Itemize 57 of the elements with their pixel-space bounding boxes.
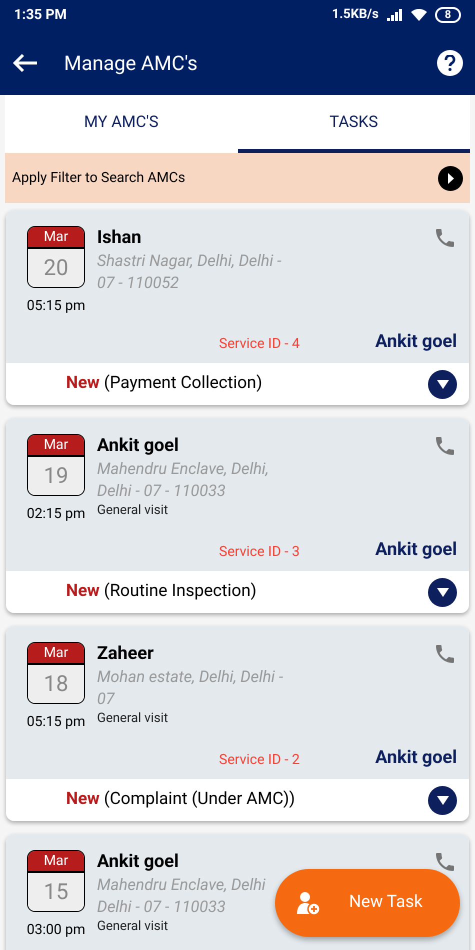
network-speed: 1.5KB/s	[332, 6, 379, 24]
assignee-name: Ankit goel	[375, 538, 457, 562]
signal-icon	[386, 9, 403, 21]
task-status: New (Complaint (Under AMC))	[66, 788, 296, 812]
task-status: New (Payment Collection)	[66, 372, 262, 396]
customer-name: Ankit goel	[97, 850, 179, 874]
service-id: Service ID - 3	[219, 543, 300, 562]
date-day: 18	[28, 665, 84, 703]
customer-name: Ishan	[97, 226, 142, 250]
battery-icon: 8	[434, 7, 461, 23]
expand-button[interactable]	[428, 786, 457, 814]
visit-type: General visit	[97, 502, 170, 520]
phone-icon[interactable]	[433, 434, 457, 458]
expand-button[interactable]	[428, 578, 457, 606]
task-card[interactable]: Mar 19 02:15 pm Ankit goel Mahendru Enclave, Delhi, Delhi - 07 - 110033 General visit Service ID - 3 Ankit goel New (Routine Inspection)	[6, 418, 469, 613]
wifi-icon	[410, 9, 427, 21]
back-arrow-icon[interactable]	[12, 52, 38, 72]
task-card[interactable]: Mar 18 05:15 pm Zaheer Mohan estate, Delhi, Delhi - 07 General visit Service ID - 2 Ankit goel New (Complaint (Under AMC))	[6, 626, 469, 821]
visit-type: General visit	[97, 918, 170, 936]
help-icon[interactable]	[437, 50, 463, 76]
date-month: Mar	[28, 643, 84, 665]
task-time: 05:15 pm	[26, 713, 86, 732]
phone-icon[interactable]	[433, 226, 457, 250]
visit-type: General visit	[97, 710, 170, 728]
date-month: Mar	[28, 851, 84, 873]
task-status: New (Routine Inspection)	[66, 580, 257, 604]
caret-icon	[436, 588, 448, 596]
play-icon	[438, 166, 463, 190]
customer-name: Zaheer	[97, 642, 154, 666]
tab[interactable]: MY AMC'S	[5, 95, 238, 153]
assignee-name: Ankit goel	[375, 330, 457, 354]
date-day: 20	[28, 249, 84, 287]
task-time: 05:15 pm	[26, 297, 86, 316]
customer-address: Mahendru Enclave, Delhi Delhi - 07 - 110033	[97, 874, 267, 918]
customer-address: Mohan estate, Delhi, Delhi - 07	[97, 666, 284, 710]
assignee-name: Ankit goel	[375, 746, 457, 770]
expand-button[interactable]	[428, 370, 457, 398]
date-month: Mar	[28, 435, 84, 457]
add-user-icon	[295, 890, 321, 916]
date-day: 15	[28, 873, 84, 911]
task-card[interactable]: Mar 20 05:15 pm Ishan Shastri Nagar, Delhi, Delhi - 07 - 110052 Service ID - 4 Ankit goel New (Payment Collection)	[6, 210, 469, 405]
task-time: 02:15 pm	[26, 505, 86, 524]
service-id: Service ID - 2	[219, 751, 300, 770]
customer-address: Mahendru Enclave, Delhi, Delhi - 07 - 110033	[97, 458, 270, 502]
page-title: Manage AMC's	[64, 50, 199, 76]
filter-bar[interactable]: Apply Filter to Search AMCs	[5, 153, 470, 203]
phone-icon[interactable]	[433, 642, 457, 666]
date-month: Mar	[28, 227, 84, 249]
status-time: 1:35 PM	[14, 6, 67, 24]
task-time: 03:00 pm	[26, 921, 86, 940]
phone-icon[interactable]	[433, 850, 457, 874]
customer-name: Ankit goel	[97, 434, 179, 458]
service-id: Service ID - 4	[219, 335, 300, 354]
caret-icon	[436, 380, 448, 388]
caret-icon	[436, 796, 448, 804]
date-day: 19	[28, 457, 84, 495]
customer-address: Shastri Nagar, Delhi, Delhi - 07 - 110052	[97, 250, 282, 294]
